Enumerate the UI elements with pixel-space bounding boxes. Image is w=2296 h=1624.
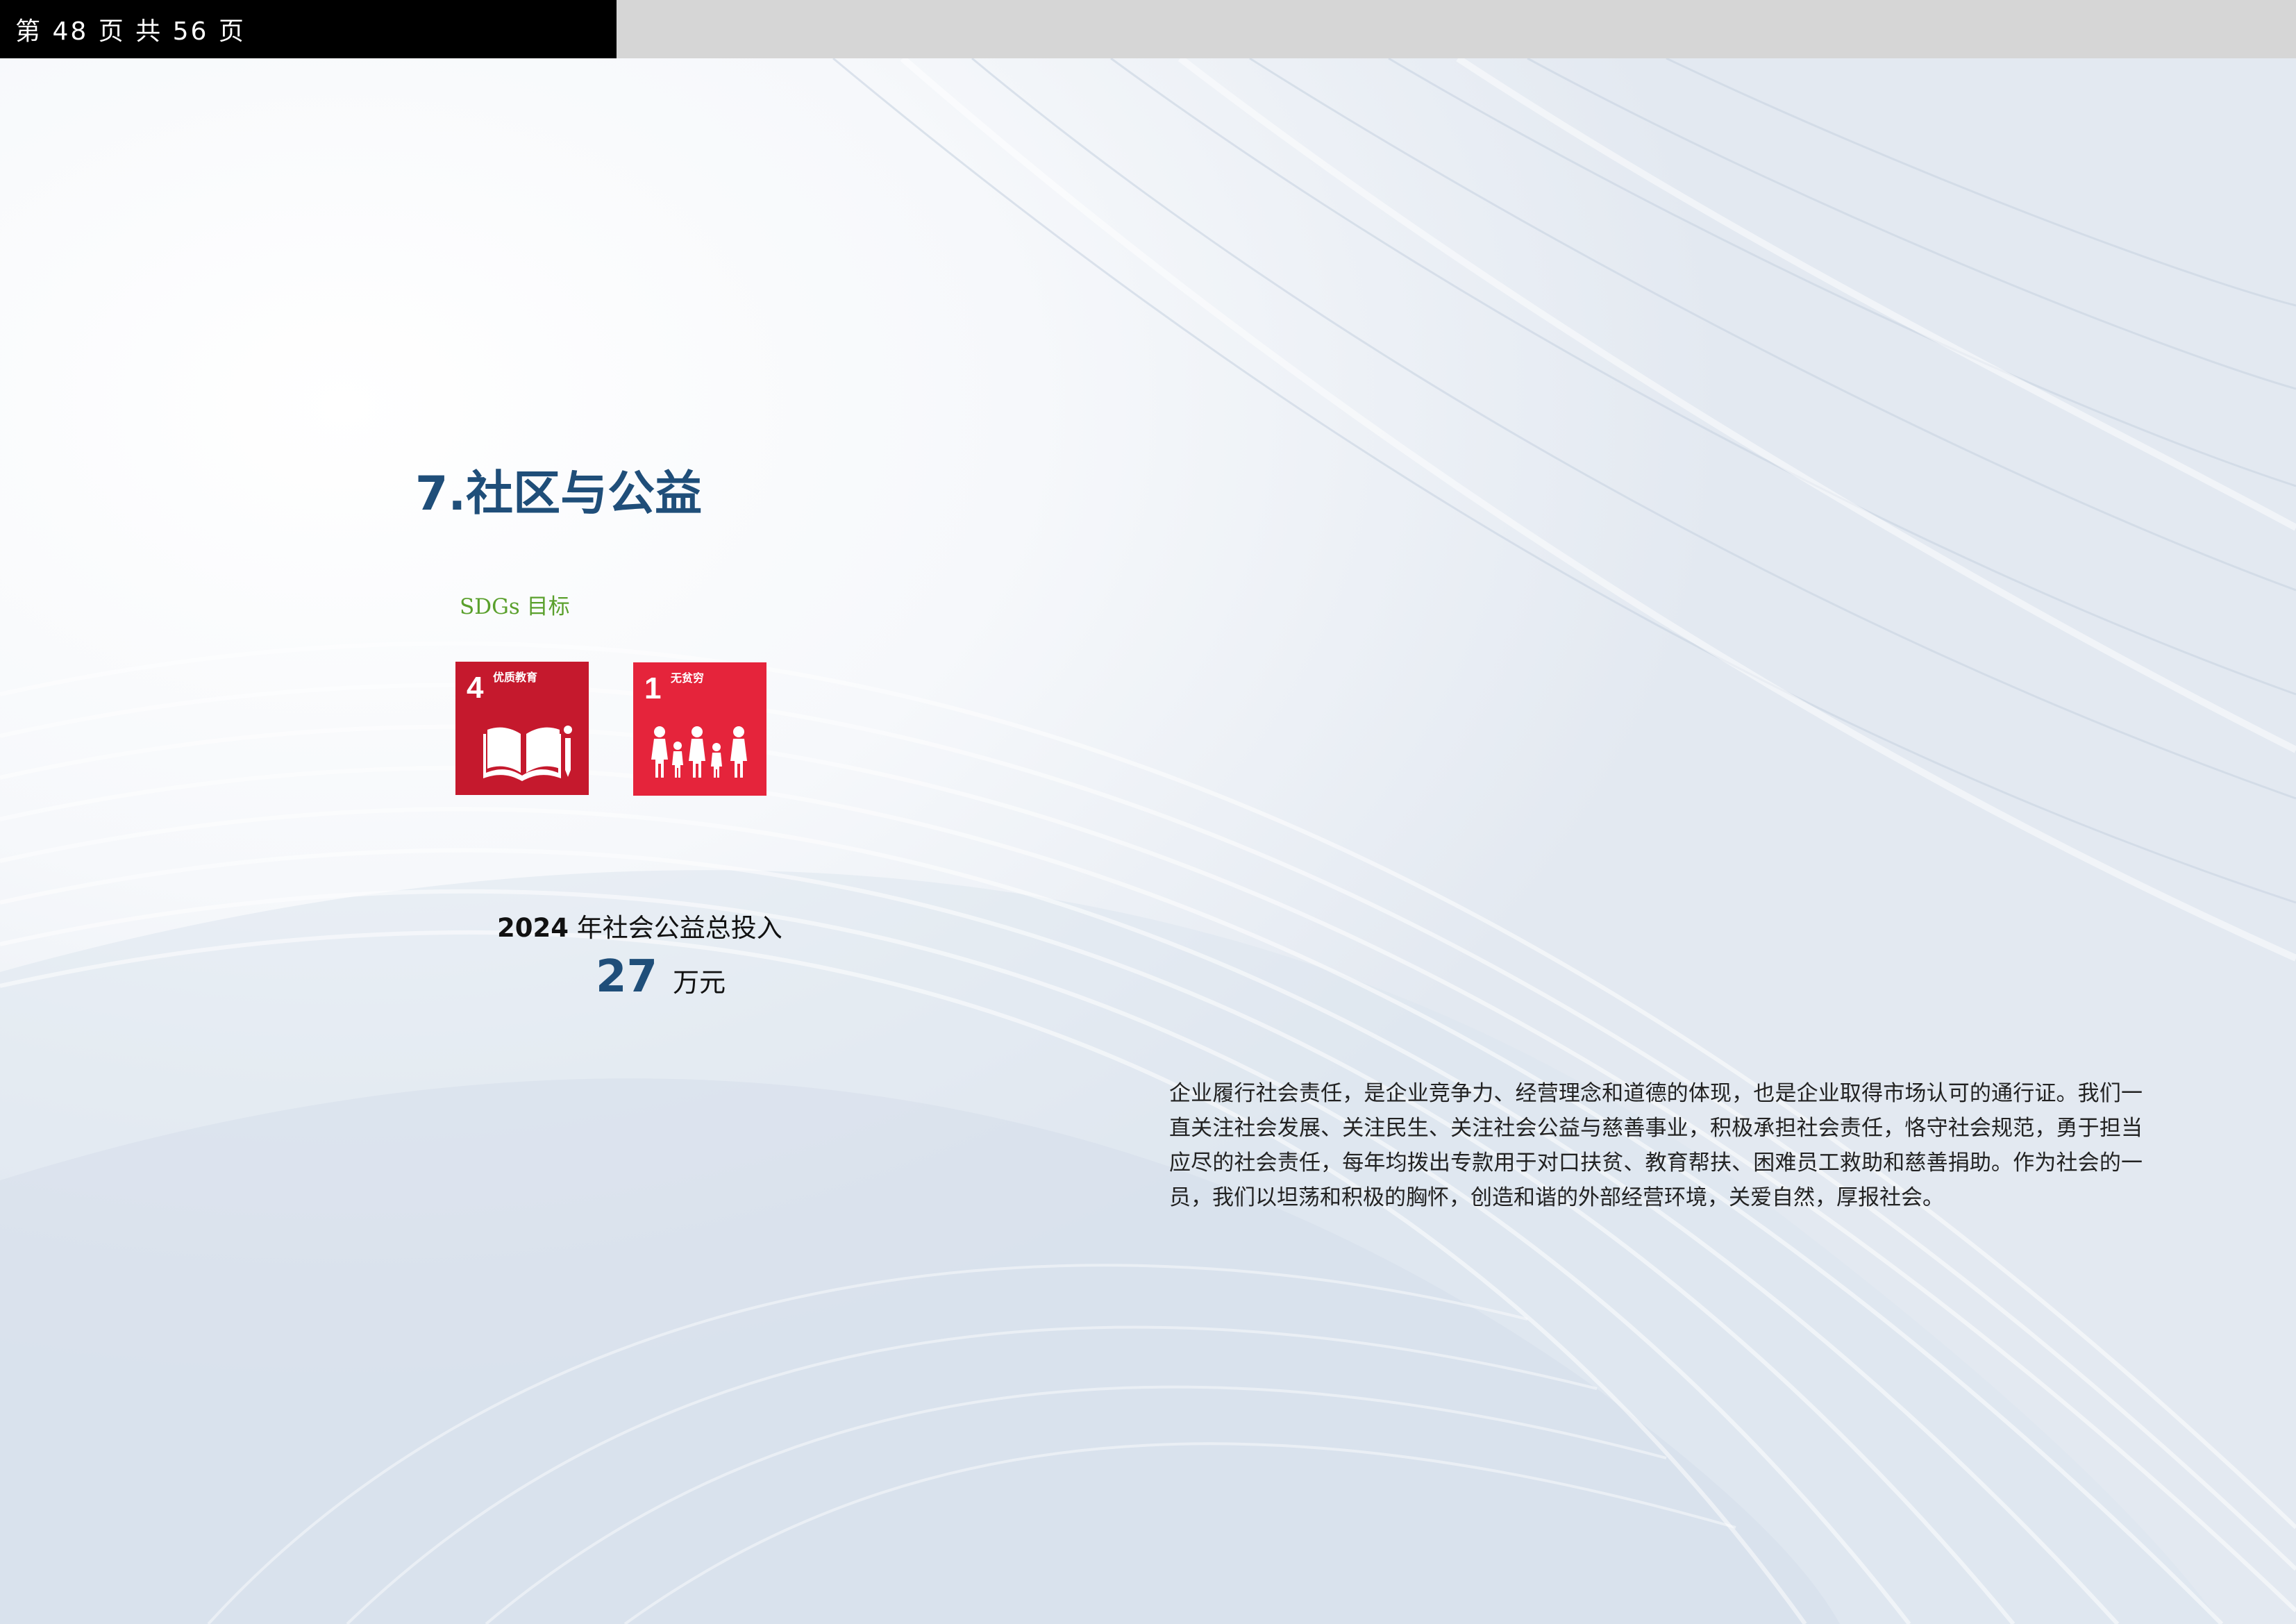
body-paragraph: 企业履行社会责任，是企业竞争力、经营理念和道德的体现，也是企业取得市场认可的通行… (1169, 1081, 2143, 1210)
investment-caption-text: 年社会公益总投入 (576, 913, 782, 943)
sdg-goal-4-title: 优质教育 (493, 671, 537, 684)
investment-value: 27 (596, 951, 658, 1003)
page-indicator: 第 48 页 共 56 页 (15, 17, 246, 46)
investment-year: 2024 (497, 913, 569, 943)
sdg-label: SDGs 目标 (460, 594, 570, 619)
header-bar: 第 48 页 共 56 页 (0, 0, 617, 58)
book-pencil-icon (483, 726, 572, 781)
sdg-goal-1-title: 无贫穷 (670, 671, 704, 685)
header-bar-fill (617, 0, 2296, 58)
section-title: 7.社区与公益 (415, 467, 703, 521)
investment-value-row: 27 万元 (596, 951, 726, 1003)
sdg-goal-4-number: 4 (467, 671, 484, 705)
background-swoosh-graphic (0, 0, 2296, 1624)
sdg-goal-4-tile: 4 优质教育 (455, 662, 589, 795)
sdg-goal-1-number: 1 (644, 671, 661, 705)
investment-caption: 2024 年社会公益总投入 (497, 907, 782, 944)
investment-unit: 万元 (673, 967, 726, 998)
sdg-goal-1-tile: 1 无贫穷 (633, 662, 766, 796)
